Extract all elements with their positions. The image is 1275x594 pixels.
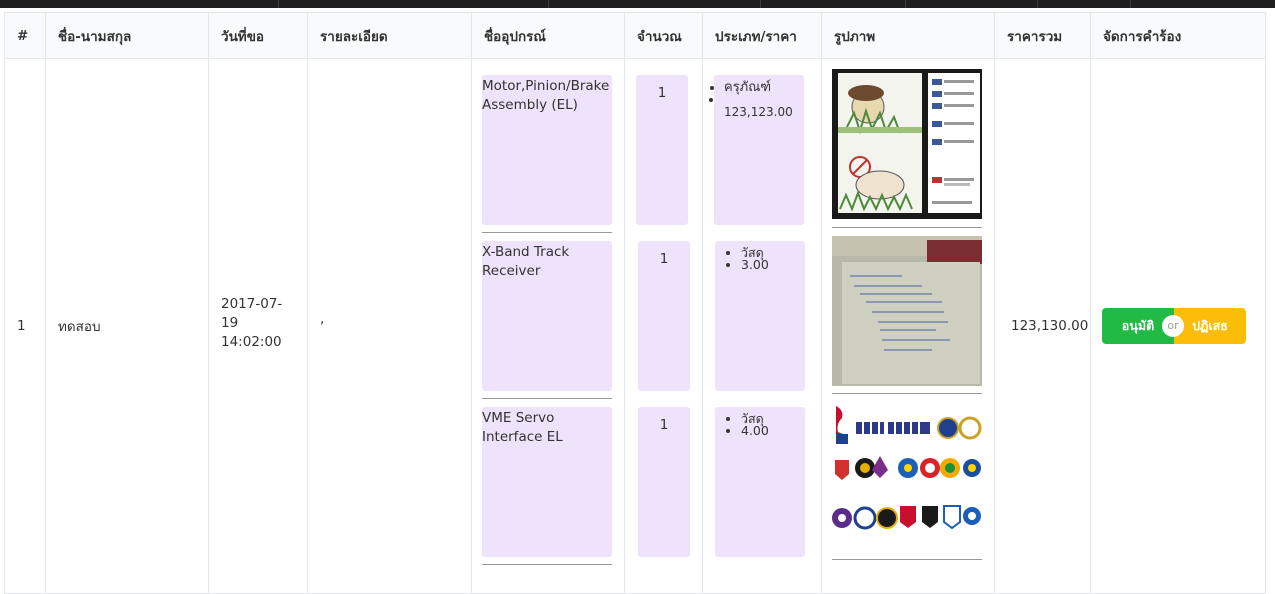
item-name: VME Servo Interface EL [482, 410, 563, 445]
item-price: 3.00 [741, 258, 805, 271]
image-divider [832, 227, 982, 228]
item-name-block: X-Band Track Receiver [482, 241, 612, 391]
item-quantity: 1 [657, 85, 667, 101]
quantity-block: 1 [636, 75, 688, 225]
or-divider: or [1162, 315, 1184, 337]
top-bar-divider [548, 0, 549, 8]
approve-reject-group: อนุมัติ ปฏิเสธ or [1102, 308, 1246, 344]
row-datetime: 2017-07-19 14:02:00 [208, 58, 308, 594]
top-bar [0, 0, 1275, 8]
header-quantity: จำนวณ [624, 12, 703, 59]
item-name: X-Band Track Receiver [482, 244, 570, 279]
item-price: 4.00 [741, 424, 805, 437]
item-name: Motor,Pinion/Brake Assembly (EL) [482, 78, 610, 113]
top-bar-divider [905, 0, 906, 8]
type-price-list: วัสดุ 3.00 [715, 241, 805, 271]
thai-league-logos-image[interactable] [832, 402, 982, 552]
header-name: ชื่อ-นามสกุล [45, 12, 209, 59]
header-image: รูปภาพ [821, 12, 995, 59]
top-bar-divider [278, 0, 279, 8]
item-quantity: 1 [659, 417, 669, 433]
table-row: 1 ทดสอบ 2017-07-19 14:02:00 , Motor,Pini… [4, 58, 1266, 594]
item-divider [482, 564, 612, 565]
image-divider [832, 393, 982, 394]
top-bar-divider [1130, 0, 1131, 8]
request-table: # ชื่อ-นามสกุล วันที่ขอ รายละเอียด ชื่ออ… [4, 12, 1266, 594]
item-price-value: 123,123.00 [724, 105, 793, 119]
type-price-cell: ครุภัณฑ์ 123,123.00 วัสดุ 3.00 วัสด [702, 58, 822, 594]
item-name-cell: Motor,Pinion/Brake Assembly (EL) X-Band … [471, 58, 625, 594]
image-divider [832, 559, 982, 560]
header-date: วันที่ขอ [208, 12, 308, 59]
image-cell [821, 58, 995, 594]
quantity-block: 1 [638, 407, 690, 557]
type-price-block: วัสดุ 3.00 [715, 241, 805, 391]
header-item-name: ชื่ออุปกรณ์ [471, 12, 625, 59]
type-price-list: วัสดุ 4.00 [715, 407, 805, 437]
row-detail: , [307, 58, 472, 594]
comic-screenshot-image[interactable] [832, 69, 982, 219]
reject-button[interactable]: ปฏิเสธ [1174, 308, 1246, 344]
header-total: ราคารวม [994, 12, 1091, 59]
type-price-block: วัสดุ 4.00 [715, 407, 805, 557]
item-type: ครุภัณฑ์ [724, 81, 804, 94]
item-quantity: 1 [659, 251, 669, 267]
header-detail: รายละเอียด [307, 12, 472, 59]
item-divider [482, 232, 612, 233]
row-index: 1 [4, 58, 46, 594]
row-name: ทดสอบ [45, 58, 209, 594]
header-index: # [4, 12, 46, 59]
type-price-block: ครุภัณฑ์ 123,123.00 [714, 75, 804, 225]
quantity-cell: 1 1 1 [624, 58, 703, 594]
top-bar-divider [760, 0, 761, 8]
row-total: 123,130.00 [994, 58, 1091, 594]
item-divider [482, 398, 612, 399]
item-name-block: Motor,Pinion/Brake Assembly (EL) [482, 75, 612, 225]
row-actions: อนุมัติ ปฏิเสธ or [1090, 58, 1266, 594]
table-header-row: # ชื่อ-นามสกุล วันที่ขอ รายละเอียด ชื่ออ… [4, 12, 1266, 59]
item-name-block: VME Servo Interface EL [482, 407, 612, 557]
header-actions: จัดการคำร้อง [1090, 12, 1266, 59]
type-price-list: ครุภัณฑ์ [714, 75, 804, 106]
quantity-block: 1 [638, 241, 690, 391]
row-time: 14:02:00 [221, 333, 282, 350]
top-bar-divider [1037, 0, 1038, 8]
header-type-price: ประเภท/ราคา [702, 12, 822, 59]
row-date: 2017-07-19 [221, 295, 283, 331]
handwritten-paper-image[interactable] [832, 236, 982, 386]
